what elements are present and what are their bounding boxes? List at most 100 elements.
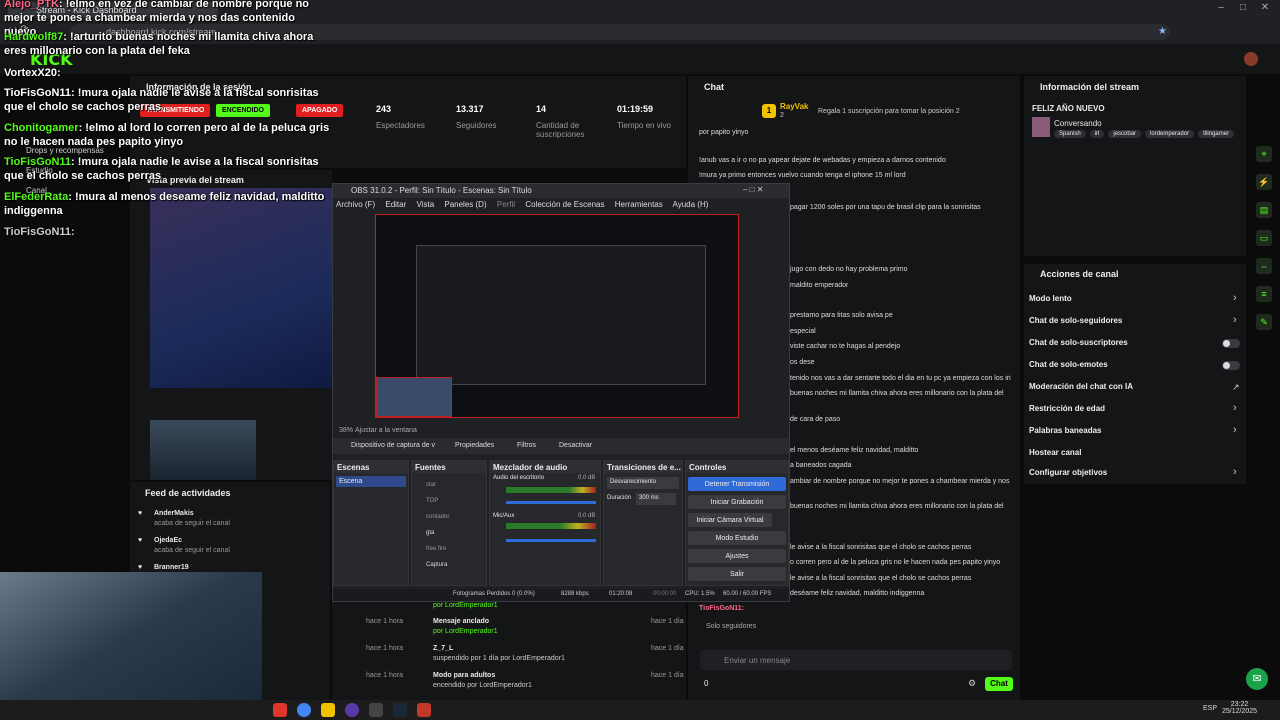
action-item[interactable]: Hostear canal (1029, 448, 1081, 457)
record-button[interactable]: Iniciar Grabación (688, 495, 786, 509)
chevron-right-icon[interactable]: › (1233, 424, 1237, 436)
duration-input[interactable]: 300 ms (636, 493, 676, 505)
sources-dock: Fuentes star TOP contador gta free fire … (411, 460, 487, 586)
menu-archivo[interactable]: Archivo (F) (336, 200, 375, 209)
clock-time: 23:22 (1230, 701, 1249, 708)
action-item[interactable]: Palabras baneadas (1029, 426, 1101, 435)
properties-button[interactable]: Propiedades (455, 442, 494, 449)
action-item[interactable]: Moderación del chat con IA (1029, 382, 1133, 391)
obs-window-controls[interactable]: – □ ✕ (743, 185, 763, 194)
chat-send-button[interactable]: Chat (985, 677, 1013, 691)
action-item[interactable]: Chat de solo-suscriptores (1029, 338, 1128, 347)
exit-button[interactable]: Salir (688, 567, 786, 581)
channel-db: 0.0 dB (578, 513, 596, 519)
filters-button[interactable]: Filtros (517, 442, 536, 449)
bolt-icon[interactable]: ⚡ (1256, 174, 1272, 190)
list-icon[interactable]: ≡ (1256, 286, 1272, 302)
action-item[interactable]: Configurar objetivos (1029, 468, 1107, 477)
feed-user[interactable]: OjedaEc (154, 537, 182, 544)
menu-editar[interactable]: Editar (385, 200, 406, 209)
scene-item[interactable]: Escena (336, 476, 406, 487)
chevron-right-icon[interactable]: › (1233, 292, 1237, 304)
app-icon[interactable] (369, 703, 383, 717)
star-icon[interactable]: ★ (1158, 26, 1167, 37)
menu-paneles[interactable]: Paneles (D) (444, 200, 486, 209)
avatar[interactable] (1244, 52, 1258, 66)
sub-prompt[interactable]: Regala 1 suscripción para tomar la posic… (818, 108, 960, 115)
page-icon[interactable]: ▤ (1256, 202, 1272, 218)
wrench-icon[interactable]: ✎ (1256, 314, 1272, 330)
tag-list: Spanish irl jescobar lordemperador tilin… (1054, 130, 1235, 138)
toggle-switch[interactable] (1222, 339, 1240, 348)
folder-icon[interactable] (321, 703, 335, 717)
transition-select[interactable]: Desvanecimiento (607, 477, 679, 489)
chevron-right-icon[interactable]: › (1233, 466, 1237, 478)
close-icon[interactable]: ✕ (1252, 2, 1278, 16)
overlay-message: TioFisGoN11: (4, 226, 75, 238)
top-user[interactable]: RayVak (780, 102, 808, 111)
volume-meter (506, 487, 596, 493)
volume-slider[interactable] (506, 501, 596, 504)
chat-bubble-icon[interactable]: ▭ (1256, 230, 1272, 246)
menu-vista[interactable]: Vista (417, 200, 435, 209)
chevron-right-icon[interactable]: › (1233, 314, 1237, 326)
fps: 60.00 / 60.00 FPS (723, 591, 772, 597)
menu-colecciones[interactable]: Colección de Escenas (525, 200, 604, 209)
fit-window[interactable]: Ajustar a la ventana (355, 427, 417, 434)
feed-user[interactable]: AnderMakis (154, 510, 194, 517)
gear-icon[interactable]: ⚙ (968, 678, 976, 689)
settings-button[interactable]: Ajustes (688, 549, 786, 563)
clock[interactable]: 23:22 25/12/2025 (1222, 701, 1257, 715)
deactivate-button[interactable]: Desactivar (559, 442, 592, 449)
dock-title: Controles (686, 461, 788, 473)
brave-icon[interactable] (273, 703, 287, 717)
source-item[interactable]: contador (426, 509, 486, 525)
crosshair-icon[interactable]: ⌖ (1256, 146, 1272, 162)
channel-db: 0.0 dB (578, 475, 596, 481)
action-item[interactable]: Chat de solo-emotes (1029, 360, 1108, 369)
obs-preview[interactable] (375, 214, 739, 418)
menu-perfil[interactable]: Perfil (497, 200, 515, 209)
chat-message: el menos deséame feliz navidad, malditto (790, 447, 919, 454)
feed-title: Feed de actividades (145, 488, 231, 498)
action-item[interactable]: Chat de solo-seguidores (1029, 316, 1122, 325)
chevron-right-icon[interactable]: › (1233, 402, 1237, 414)
obs-icon[interactable] (345, 703, 359, 717)
source-item[interactable]: star (426, 477, 486, 493)
chrome-icon[interactable] (297, 703, 311, 717)
external-link-icon[interactable]: ↗ (1232, 382, 1240, 393)
source-item[interactable]: gta (426, 525, 486, 541)
chat-message: os dese (790, 359, 815, 366)
studio-mode-button[interactable]: Modo Estudio (688, 531, 786, 545)
category[interactable]: Conversando (1054, 119, 1102, 128)
stop-stream-button[interactable]: Detener Transmisión (688, 477, 786, 491)
volume-slider[interactable] (506, 539, 596, 542)
resize-icon[interactable]: ⇔ (1256, 258, 1272, 274)
event-time: hace 1 hora (366, 618, 403, 625)
action-item[interactable]: Restricción de edad (1029, 404, 1105, 413)
event-by: por LordEmperador1 (433, 602, 498, 609)
feed-user[interactable]: Branner19 (154, 564, 189, 571)
obs-window[interactable]: OBS 31.0.2 - Perfil: Sin Título - Escena… (332, 183, 790, 602)
source-item[interactable]: Captura (426, 557, 486, 573)
menu-herramientas[interactable]: Herramientas (615, 200, 663, 209)
steam-icon[interactable] (393, 703, 407, 717)
chat-count: 0 (704, 679, 709, 688)
source-item[interactable]: free fire (426, 541, 486, 557)
zoom-level: 38% (339, 427, 354, 434)
event-title: Z_7_L (433, 645, 454, 652)
webcam-source[interactable] (376, 377, 452, 417)
app-icon[interactable] (417, 703, 431, 717)
chat-message: a baneados cagada (790, 462, 852, 469)
action-item[interactable]: Modo lento (1029, 294, 1072, 303)
scenes-dock: Escenas Escena (333, 460, 409, 586)
stream-preview[interactable] (150, 188, 332, 388)
source-item[interactable]: TOP (426, 493, 486, 509)
help-chat-icon[interactable]: ✉ (1246, 668, 1268, 690)
menu-ayuda[interactable]: Ayuda (H) (673, 200, 709, 209)
chat-last-user[interactable]: TioFisGoN11: (699, 605, 744, 612)
virtual-cam-button[interactable]: Iniciar Cámara Virtual (688, 513, 772, 527)
lang-indicator[interactable]: ESP (1203, 705, 1217, 712)
source-name[interactable]: Dispositivo de captura de v (351, 442, 435, 449)
toggle-switch[interactable] (1222, 361, 1240, 370)
